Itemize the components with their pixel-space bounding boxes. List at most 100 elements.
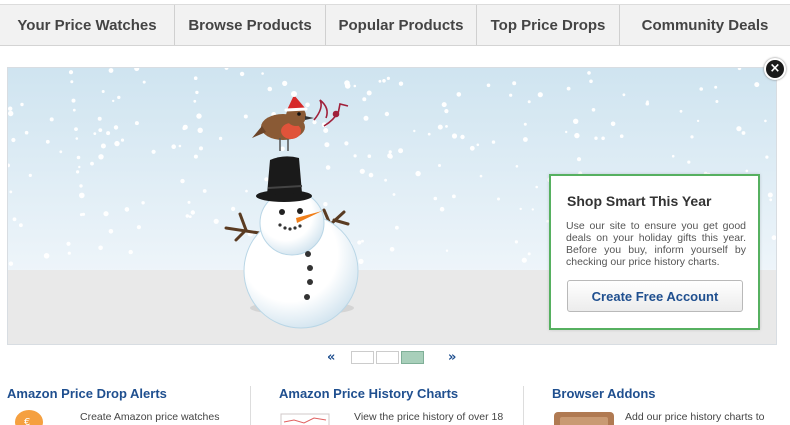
snowflake [76, 170, 80, 174]
snowflake [114, 140, 120, 147]
snowflake [185, 214, 189, 218]
snowflake [196, 113, 202, 119]
snowflake [353, 84, 357, 88]
snowflake [193, 99, 197, 103]
nav-your-price-watches[interactable]: Your Price Watches [0, 5, 175, 45]
snowflake [531, 208, 534, 211]
snowflake [245, 189, 248, 193]
snowflake [112, 99, 115, 103]
snowflake [81, 212, 86, 216]
snowflake [108, 68, 114, 73]
piggy-bank-icon: € [15, 410, 43, 425]
snowflake [456, 92, 462, 97]
prev-slide-button[interactable]: « [327, 350, 335, 366]
snowflake [98, 245, 103, 251]
snowflake [28, 173, 32, 177]
snowflake [366, 90, 372, 96]
nav-community-deals[interactable]: Community Deals [620, 5, 790, 45]
snowflake [486, 83, 491, 88]
svg-text:€: € [24, 417, 30, 425]
snowflake [24, 130, 29, 135]
snowflake [690, 135, 694, 139]
close-icon[interactable]: × [764, 58, 786, 80]
snowflake [527, 252, 531, 256]
snowflake [70, 80, 74, 84]
snowflake [103, 211, 109, 217]
snowflake [79, 184, 83, 188]
nav-popular-products[interactable]: Popular Products [326, 5, 477, 45]
snowflake [8, 106, 13, 111]
feature-title-price-history-charts[interactable]: Amazon Price History Charts [279, 386, 458, 401]
snowflake [67, 251, 71, 255]
snowflake [117, 95, 121, 100]
snowflake [439, 206, 445, 212]
snowflake [243, 114, 248, 119]
snowflake [171, 144, 176, 149]
column-divider [523, 386, 524, 425]
feature-text-price-drop-alerts: Create Amazon price watches [80, 411, 220, 423]
snowflake [66, 241, 71, 246]
snowflake [537, 92, 543, 98]
snowflake [151, 149, 156, 154]
snowflake [72, 108, 76, 112]
snowflake [19, 223, 23, 228]
snowflake [715, 100, 719, 103]
snowflake [261, 72, 264, 75]
snowflake [445, 249, 449, 252]
snowflake [413, 129, 416, 133]
snowflake [736, 126, 742, 132]
snowflake [178, 144, 182, 148]
snowflake [523, 137, 528, 142]
snowflake [452, 194, 456, 199]
chart-icon [280, 413, 330, 425]
create-free-account-button[interactable]: Create Free Account [567, 280, 743, 312]
snowflake [187, 200, 191, 204]
snowflake [444, 109, 449, 114]
feature-title-browser-addons[interactable]: Browser Addons [552, 386, 656, 401]
snowflake [180, 178, 185, 184]
snowflake [101, 90, 105, 93]
top-nav: Your Price Watches Browse Products Popul… [0, 4, 790, 46]
snowflake [8, 110, 14, 117]
snowflake [11, 137, 16, 143]
slide-dot-1[interactable] [351, 351, 374, 364]
snowflake [622, 93, 626, 97]
snowflake [128, 249, 133, 255]
snowflake [619, 134, 624, 138]
snowflake [75, 137, 79, 140]
nav-top-price-drops[interactable]: Top Price Drops [477, 5, 620, 45]
slide-pager: « » [0, 350, 790, 366]
snowflake [437, 124, 443, 130]
snowflake [679, 109, 683, 113]
snowflake [469, 145, 475, 151]
snowflake [323, 202, 328, 207]
snowflake [353, 154, 357, 158]
snowflake [610, 121, 616, 127]
snowflake [323, 128, 329, 133]
snowflake [741, 131, 746, 135]
snowflake [565, 130, 568, 134]
snowflake [566, 86, 571, 91]
snowflake [415, 170, 421, 177]
snowflake [106, 131, 111, 136]
snowflake [671, 154, 675, 158]
snowflake [696, 119, 700, 123]
next-slide-button[interactable]: » [448, 350, 456, 366]
slide-dot-2[interactable] [376, 351, 399, 364]
snowflake [213, 218, 219, 224]
snowflake [574, 132, 580, 139]
snowflake [136, 225, 141, 230]
slide-dot-3[interactable] [401, 351, 424, 364]
snowflake [76, 155, 81, 160]
snowflake [325, 165, 331, 170]
feature-title-price-drop-alerts[interactable]: Amazon Price Drop Alerts [7, 386, 167, 401]
snowflake [231, 206, 236, 211]
snowflake [384, 111, 390, 117]
nav-browse-products[interactable]: Browse Products [175, 5, 326, 45]
snowflake [218, 136, 223, 141]
snowflake [509, 93, 513, 97]
snowflake [594, 136, 598, 140]
snowflake [264, 177, 269, 182]
snowflake [523, 122, 527, 126]
snowflake [576, 157, 582, 162]
